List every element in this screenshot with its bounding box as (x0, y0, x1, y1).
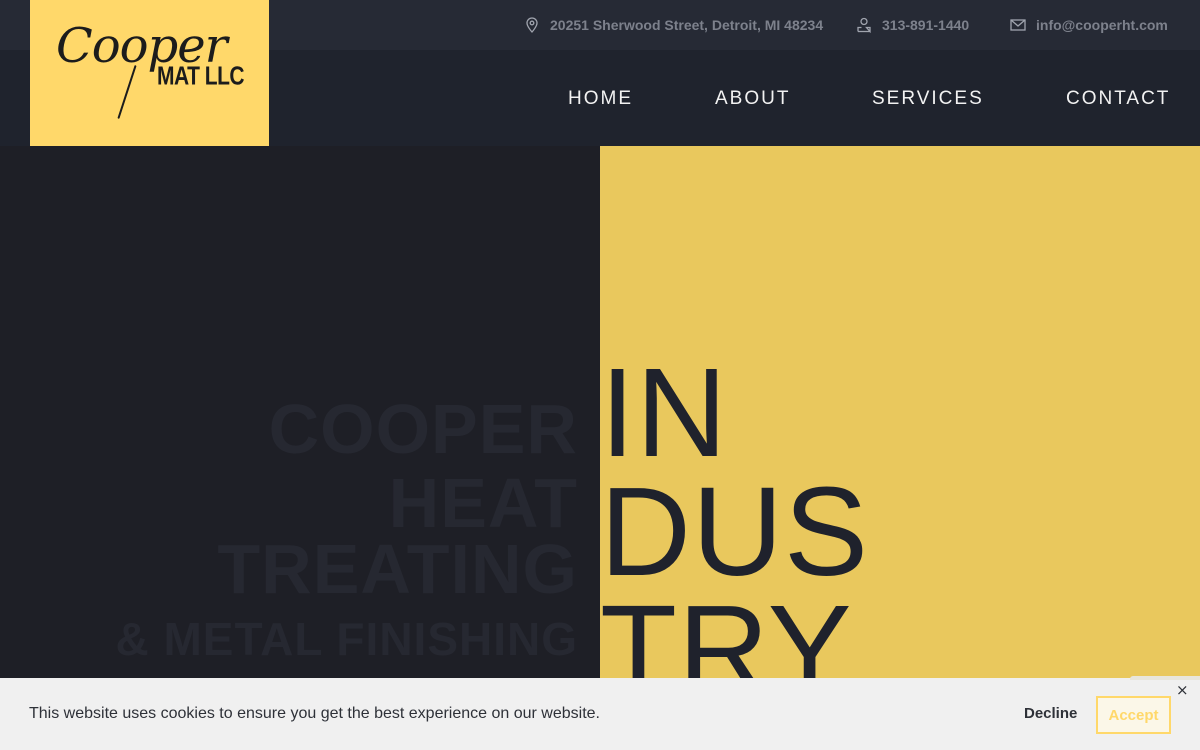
accept-button[interactable]: Accept (1096, 696, 1171, 734)
envelope-icon (1010, 19, 1026, 31)
cookie-banner: This website uses cookies to ensure you … (0, 678, 1200, 750)
site-logo[interactable]: Cooper MAT LLC (30, 0, 269, 146)
hero-big-word: DUS (600, 461, 870, 602)
address-text: 20251 Sherwood Street, Detroit, MI 48234 (550, 17, 824, 33)
hero-right-panel: IN DUS TRY (600, 146, 1200, 750)
close-icon[interactable]: × (1176, 681, 1189, 699)
hero-ghost-line: TREATING (217, 530, 578, 608)
phone-person-icon (857, 17, 871, 33)
nav-home[interactable]: HOME (568, 88, 633, 110)
hero-big-word: IN (600, 342, 728, 483)
hero-ghost-line: HEAT (388, 464, 578, 542)
nav-about[interactable]: ABOUT (715, 88, 790, 110)
email-item[interactable]: info@cooperht.com (1010, 15, 1168, 35)
address-item: 20251 Sherwood Street, Detroit, MI 48234 (524, 15, 823, 35)
map-pin-icon (526, 17, 538, 33)
hero-left-panel: COOPER HEAT TREATING & METAL FINISHING (0, 146, 600, 750)
hero-ghost-line: COOPER (268, 390, 578, 468)
phone-text[interactable]: 313-891-1440 (882, 17, 969, 33)
cookie-message: This website uses cookies to ensure you … (29, 705, 600, 722)
decline-button[interactable]: Decline (1024, 705, 1077, 722)
logo-sub-text: MAT LLC (157, 62, 245, 91)
chat-widget-tab[interactable] (1130, 676, 1200, 680)
nav-contact[interactable]: CONTACT (1066, 88, 1170, 110)
nav-services[interactable]: SERVICES (872, 88, 984, 110)
email-text[interactable]: info@cooperht.com (1036, 17, 1168, 33)
phone-item[interactable]: 313-891-1440 (856, 15, 969, 35)
hero-ghost-line: & METAL FINISHING (115, 613, 578, 665)
page: 20251 Sherwood Street, Detroit, MI 48234… (0, 0, 1200, 750)
